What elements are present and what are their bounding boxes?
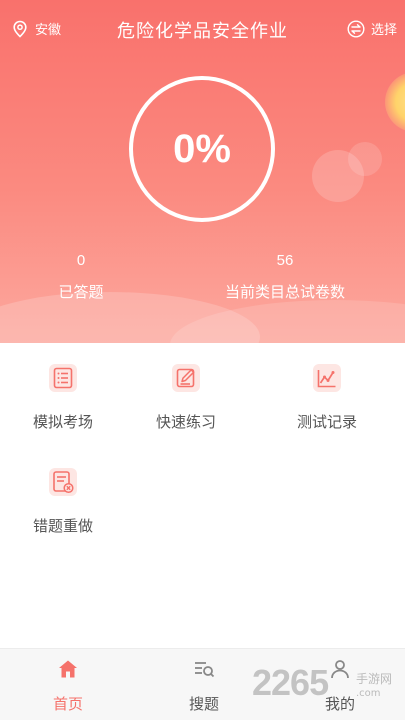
mock-exam-button[interactable]: 模拟考场 — [8, 363, 118, 432]
hero-banner: 安徽 危险化学品安全作业 选择 0% 0 已答题 56 当前类目总试卷数 — [0, 0, 405, 343]
total-papers-stat: 56 当前类目总试卷数 — [205, 252, 365, 302]
answered-label: 已答题 — [58, 283, 104, 301]
list-document-icon — [49, 364, 77, 392]
select-button[interactable]: 选择 — [347, 19, 397, 38]
mock-exam-label: 模拟考场 — [32, 413, 93, 431]
bubble-decoration — [348, 142, 382, 176]
switch-icon — [347, 19, 365, 38]
top-bar: 安徽 危险化学品安全作业 选择 — [0, 0, 405, 60]
site-watermark: 2265 手游网 .com — [252, 658, 402, 708]
progress-percent: 0% — [173, 126, 231, 171]
redo-mistakes-label: 错题重做 — [32, 517, 93, 535]
tab-home[interactable]: 首页 — [28, 657, 108, 714]
sun-decoration — [385, 72, 405, 132]
quick-practice-label: 快速练习 — [155, 413, 216, 431]
watermark-text: 手游网 — [356, 672, 393, 686]
search-list-icon — [195, 662, 215, 678]
tab-home-label: 首页 — [52, 695, 83, 713]
redo-mistakes-button[interactable]: 错题重做 — [8, 467, 118, 536]
watermark-number: 2265 — [252, 662, 329, 703]
page-title: 危险化学品安全作业 — [117, 21, 288, 42]
error-document-icon — [49, 468, 77, 496]
tab-search[interactable]: 搜题 — [164, 657, 244, 714]
tab-search-label: 搜题 — [188, 695, 219, 713]
test-record-button[interactable]: 测试记录 — [272, 363, 382, 432]
select-label: 选择 — [370, 23, 397, 38]
answered-stat: 0 已答题 — [40, 252, 122, 302]
test-record-label: 测试记录 — [296, 413, 357, 431]
edit-pencil-icon — [172, 364, 200, 392]
watermark-domain: .com — [356, 688, 381, 699]
total-papers-count: 56 — [276, 252, 294, 269]
total-papers-label: 当前类目总试卷数 — [224, 283, 345, 301]
answered-count: 0 — [76, 252, 86, 269]
quick-practice-button[interactable]: 快速练习 — [131, 363, 241, 432]
progress-ring: 0% — [129, 76, 275, 222]
line-chart-icon — [313, 364, 341, 392]
home-icon — [59, 660, 77, 678]
